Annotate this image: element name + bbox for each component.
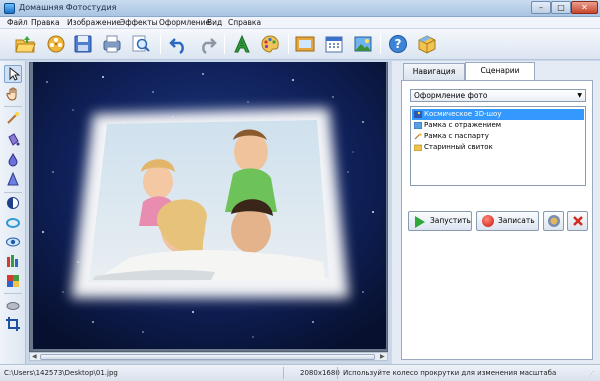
settings-button[interactable] — [543, 211, 564, 231]
right-panel: Навигация Сценарии Оформление фото ▼ Кос… — [392, 61, 600, 364]
record-icon — [482, 215, 494, 227]
rocket-icon — [414, 111, 422, 118]
list-item[interactable]: Рамка с отражением — [412, 120, 584, 131]
zoom-icon[interactable] — [130, 33, 152, 55]
status-bar: C:\Users\142573\Desktop\01.jpg 2080x1680… — [0, 364, 600, 381]
category-dropdown[interactable]: Оформление фото ▼ — [410, 89, 586, 102]
text-icon[interactable] — [231, 33, 253, 55]
menu-edit[interactable]: Правка — [31, 18, 60, 27]
zoom-hint: Используйте колесо прокрутки для изменен… — [343, 369, 557, 377]
list-item[interactable]: Космическое 3D-шоу — [412, 109, 584, 120]
menu-image[interactable]: Изображение — [67, 18, 121, 27]
tool-separator — [4, 106, 22, 107]
status-separator — [337, 367, 338, 379]
scenarios-panel: Оформление фото ▼ Космическое 3D-шоу Рам… — [401, 80, 593, 360]
record-button[interactable]: Записать — [476, 211, 539, 231]
run-button-label: Запустить — [430, 216, 471, 225]
menu-help[interactable]: Справка — [228, 18, 261, 27]
status-separator — [283, 367, 284, 379]
horizontal-scrollbar[interactable]: ◀ ▶ — [29, 352, 388, 361]
toolbar-separator — [380, 34, 381, 54]
cone-icon[interactable] — [5, 171, 21, 187]
scroll-right-icon[interactable]: ▶ — [380, 353, 385, 360]
tab-navigation[interactable]: Навигация — [403, 63, 465, 80]
record-button-label: Записать — [498, 216, 535, 225]
run-button[interactable]: Запустить — [408, 211, 472, 231]
menu-bar: Файл Правка Изображение Эффекты Оформлен… — [0, 17, 600, 29]
scroll-left-icon[interactable]: ◀ — [32, 353, 37, 360]
delete-icon — [572, 215, 584, 227]
undo-icon[interactable] — [168, 33, 190, 55]
box-icon[interactable] — [416, 33, 438, 55]
ring-icon[interactable] — [5, 215, 21, 231]
toolbar: ? — [0, 29, 600, 60]
space-scene-image — [33, 62, 386, 349]
svg-text:?: ? — [395, 37, 402, 51]
toolbar-separator — [160, 34, 161, 54]
menu-effects[interactable]: Эффекты — [120, 18, 158, 27]
redo-icon[interactable] — [196, 33, 218, 55]
film-reel-icon[interactable] — [45, 33, 67, 55]
delete-button[interactable] — [567, 211, 588, 231]
drop-icon[interactable] — [5, 152, 21, 168]
print-icon[interactable] — [101, 33, 123, 55]
eraser-icon[interactable] — [5, 297, 21, 313]
list-item-label: Рамка с паспарту — [424, 132, 489, 140]
pointer-icon[interactable] — [4, 65, 22, 83]
list-item-label: Рамка с отражением — [424, 121, 502, 129]
resize-grip-icon[interactable]: ⋰ — [588, 370, 595, 378]
scenario-list[interactable]: Космическое 3D-шоу Рамка с отражением Ра… — [410, 106, 586, 186]
scroll-thumb[interactable] — [40, 354, 375, 360]
minimize-button[interactable]: – — [531, 1, 551, 14]
tool-separator — [4, 293, 22, 294]
calendar-icon[interactable] — [323, 33, 345, 55]
list-item-label: Космическое 3D-шоу — [424, 110, 502, 118]
toolbar-separator — [224, 34, 225, 54]
bucket-icon[interactable] — [5, 132, 21, 148]
play-icon — [415, 216, 425, 228]
app-icon — [4, 3, 15, 14]
toolbar-separator — [288, 34, 289, 54]
tool-panel — [0, 61, 26, 364]
crop-icon[interactable] — [5, 316, 21, 332]
list-item[interactable]: Старинный свиток — [412, 142, 584, 153]
title-bar: Домашняя Фотостудия – □ ✕ — [0, 0, 600, 17]
wand-icon — [414, 133, 422, 140]
eye-icon[interactable] — [5, 234, 21, 250]
menu-file[interactable]: Файл — [7, 18, 28, 27]
category-dropdown-value: Оформление фото — [414, 91, 488, 100]
eclipse-icon[interactable] — [5, 195, 21, 211]
photo-preview[interactable] — [33, 62, 386, 349]
color-chart-icon[interactable] — [5, 253, 21, 269]
save-icon[interactable] — [72, 33, 94, 55]
list-item-label: Старинный свиток — [424, 143, 493, 151]
close-button[interactable]: ✕ — [571, 1, 598, 14]
open-folder-icon[interactable] — [14, 33, 36, 55]
chevron-down-icon: ▼ — [577, 92, 582, 99]
folder-icon — [413, 144, 423, 152]
tools-icon — [548, 215, 560, 227]
menu-design[interactable]: Оформление — [159, 18, 210, 27]
color-blocks-icon[interactable] — [5, 273, 21, 289]
help-icon[interactable]: ? — [387, 33, 409, 55]
frame-icon[interactable] — [294, 33, 316, 55]
palette-icon[interactable] — [259, 33, 281, 55]
file-path: C:\Users\142573\Desktop\01.jpg — [4, 369, 118, 377]
magic-wand-icon[interactable] — [5, 110, 21, 126]
window-title: Домашняя Фотостудия — [19, 3, 117, 12]
hand-icon[interactable] — [5, 86, 21, 102]
tool-separator — [4, 192, 22, 193]
tab-scenarios[interactable]: Сценарии — [465, 62, 535, 80]
list-item[interactable]: Рамка с паспарту — [412, 131, 584, 142]
menu-view[interactable]: Вид — [207, 18, 222, 27]
maximize-button[interactable]: □ — [551, 1, 571, 14]
picture-icon[interactable] — [352, 33, 374, 55]
image-size: 2080x1680 — [300, 369, 340, 377]
frame-reflection-icon — [413, 121, 423, 130]
